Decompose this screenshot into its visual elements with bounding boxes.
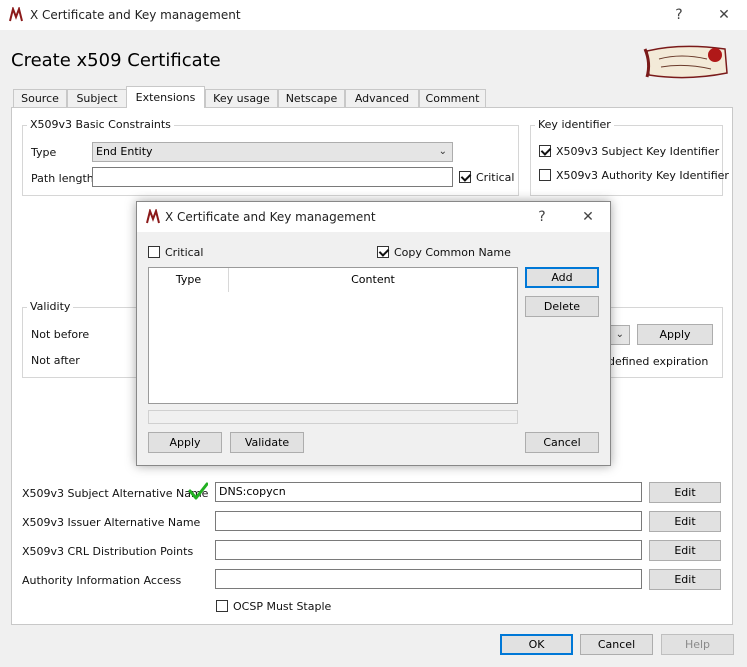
path-length-input[interactable]	[92, 167, 453, 187]
dialog-help-icon[interactable]: ?	[531, 208, 553, 226]
ok-button[interactable]: OK	[500, 634, 573, 655]
tab-advanced[interactable]: Advanced	[345, 89, 419, 108]
dialog-delete-button[interactable]: Delete	[525, 296, 599, 317]
not-before-label: Not before	[31, 328, 90, 341]
dialog-close-icon[interactable]: ✕	[577, 208, 599, 226]
dialog-critical-checkbox[interactable]	[148, 246, 160, 258]
critical-checkbox[interactable]	[459, 171, 471, 183]
ian-edit-button[interactable]: Edit	[649, 511, 721, 532]
not-after-label: Not after	[31, 354, 80, 367]
chevron-down-icon: ⌄	[438, 146, 447, 157]
dialog-apply-button[interactable]: Apply	[148, 432, 222, 453]
type-label: Type	[31, 146, 57, 159]
copy-cn-checkbox[interactable]	[377, 246, 389, 258]
tab-netscape[interactable]: Netscape	[278, 89, 345, 108]
column-header-type[interactable]: Type	[149, 268, 229, 292]
help-icon[interactable]: ?	[668, 6, 690, 24]
dialog-critical-label: Critical	[165, 246, 204, 259]
names-table[interactable]: Type Content	[148, 267, 518, 404]
critical-label: Critical	[476, 171, 515, 184]
aia-edit-button[interactable]: Edit	[649, 569, 721, 590]
horizontal-scrollbar[interactable]	[148, 410, 518, 424]
path-length-label: Path length	[31, 172, 94, 185]
page-title: Create x509 Certificate	[11, 50, 221, 71]
crl-label: X509v3 CRL Distribution Points	[22, 545, 194, 558]
copy-cn-label: Copy Common Name	[394, 246, 511, 259]
crl-input[interactable]	[215, 540, 642, 560]
ian-label: X509v3 Issuer Alternative Name	[22, 516, 201, 529]
window-title: X Certificate and Key management	[30, 8, 241, 22]
expiration-label: defined expiration	[608, 355, 709, 368]
edit-san-dialog: X Certificate and Key management ? ✕ Cri…	[136, 201, 611, 466]
dialog-validate-button[interactable]: Validate	[230, 432, 304, 453]
ocsp-checkbox[interactable]	[216, 600, 228, 612]
tab-key-usage[interactable]: Key usage	[205, 89, 278, 108]
key-identifier-group	[530, 125, 723, 196]
close-icon[interactable]: ✕	[713, 6, 735, 24]
san-label: X509v3 Subject Alternative Name	[22, 487, 209, 500]
tab-subject[interactable]: Subject	[67, 89, 127, 108]
dialog-titlebar: X Certificate and Key management ? ✕	[137, 202, 610, 232]
aia-input[interactable]	[215, 569, 642, 589]
ocsp-label: OCSP Must Staple	[233, 600, 332, 613]
tab-comment[interactable]: Comment	[419, 89, 486, 108]
column-header-content[interactable]: Content	[229, 268, 517, 292]
authority-key-id-checkbox[interactable]	[539, 169, 551, 181]
aia-label: Authority Information Access	[22, 574, 182, 587]
subject-key-id-checkbox[interactable]	[539, 145, 551, 157]
dialog-cancel-button[interactable]: Cancel	[525, 432, 599, 453]
authority-key-id-label: X509v3 Authority Key Identifier	[556, 169, 729, 182]
app-icon	[145, 207, 161, 225]
basic-constraints-title: X509v3 Basic Constraints	[27, 118, 174, 131]
dialog-title: X Certificate and Key management	[165, 210, 376, 224]
validity-title: Validity	[27, 300, 74, 313]
logo-image	[641, 43, 733, 81]
tab-extensions[interactable]: Extensions	[126, 86, 205, 108]
key-identifier-title: Key identifier	[535, 118, 614, 131]
chevron-down-icon: ⌄	[615, 329, 624, 340]
app-icon	[8, 5, 24, 23]
window-titlebar: X Certificate and Key management ? ✕	[0, 0, 747, 30]
crl-edit-button[interactable]: Edit	[649, 540, 721, 561]
dialog-add-button[interactable]: Add	[525, 267, 599, 288]
type-value: End Entity	[96, 145, 153, 158]
san-edit-button[interactable]: Edit	[649, 482, 721, 503]
subject-key-id-label: X509v3 Subject Key Identifier	[556, 145, 720, 158]
ian-input[interactable]	[215, 511, 642, 531]
help-button: Help	[661, 634, 734, 655]
san-input[interactable]: DNS:copycn	[215, 482, 642, 502]
cancel-button[interactable]: Cancel	[580, 634, 653, 655]
type-select[interactable]: End Entity ⌄	[92, 142, 453, 162]
tab-source[interactable]: Source	[13, 89, 67, 108]
check-mark-icon	[188, 481, 209, 501]
validity-apply-button[interactable]: Apply	[637, 324, 713, 345]
